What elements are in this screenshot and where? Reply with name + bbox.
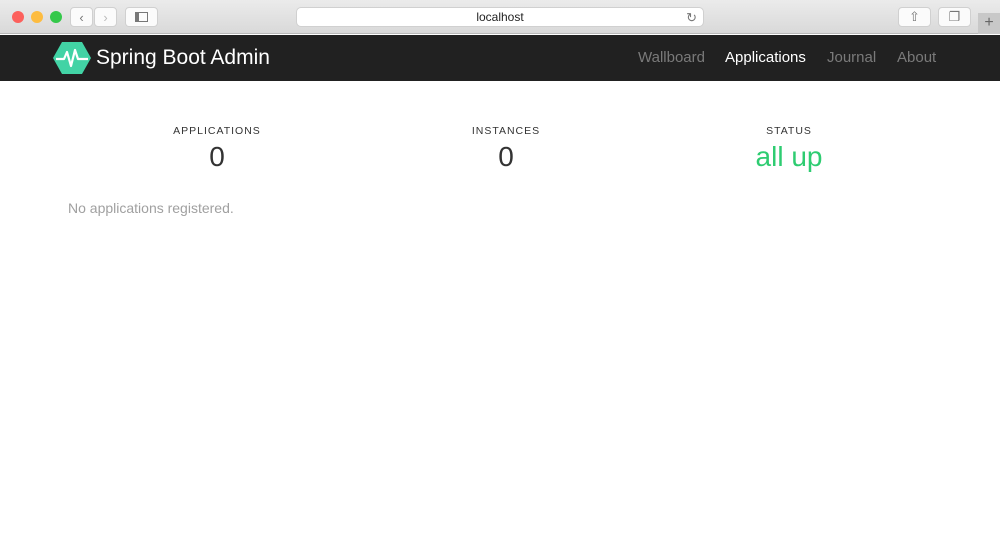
share-button[interactable]: ⇧	[898, 7, 931, 27]
status-stat: STATUS all up	[689, 125, 889, 173]
tabs-button[interactable]: ❐	[938, 7, 971, 27]
sidebar-toggle-button[interactable]	[125, 7, 158, 27]
minimize-window-button[interactable]	[31, 11, 43, 23]
applications-stat: APPLICATIONS 0	[117, 125, 317, 173]
forward-icon: ›	[103, 9, 108, 25]
browser-toolbar: ‹ › localhost ↻ ⇧ ❐ +	[0, 0, 1000, 34]
url-text: localhost	[476, 10, 524, 24]
close-window-button[interactable]	[12, 11, 24, 23]
forward-button[interactable]: ›	[94, 7, 117, 27]
plus-icon: +	[984, 14, 994, 31]
brand-title[interactable]: Spring Boot Admin	[96, 46, 270, 70]
instances-count: 0	[498, 141, 514, 172]
sidebar-icon	[135, 12, 148, 22]
logo-icon	[53, 42, 91, 74]
reload-icon[interactable]: ↻	[686, 8, 697, 27]
instances-stat: INSTANCES 0	[406, 125, 606, 173]
status-value: all up	[755, 141, 823, 172]
instances-label: INSTANCES	[471, 125, 541, 137]
nav-wallboard[interactable]: Wallboard	[638, 49, 705, 66]
applications-label: APPLICATIONS	[173, 125, 261, 137]
applications-count: 0	[209, 141, 225, 172]
share-icon: ⇧	[909, 9, 920, 24]
nav-journal[interactable]: Journal	[827, 49, 876, 66]
nav-about[interactable]: About	[897, 49, 936, 66]
empty-message: No applications registered.	[68, 200, 234, 216]
navbar: Spring Boot Admin Wallboard Applications…	[0, 35, 1000, 81]
back-button[interactable]: ‹	[70, 7, 93, 27]
new-tab-button[interactable]: +	[978, 13, 1000, 34]
back-icon: ‹	[79, 9, 84, 25]
nav-applications[interactable]: Applications	[725, 49, 806, 66]
maximize-window-button[interactable]	[50, 11, 62, 23]
status-label: STATUS	[766, 125, 812, 137]
address-bar[interactable]: localhost ↻	[296, 7, 704, 27]
tabs-icon: ❐	[948, 9, 961, 24]
